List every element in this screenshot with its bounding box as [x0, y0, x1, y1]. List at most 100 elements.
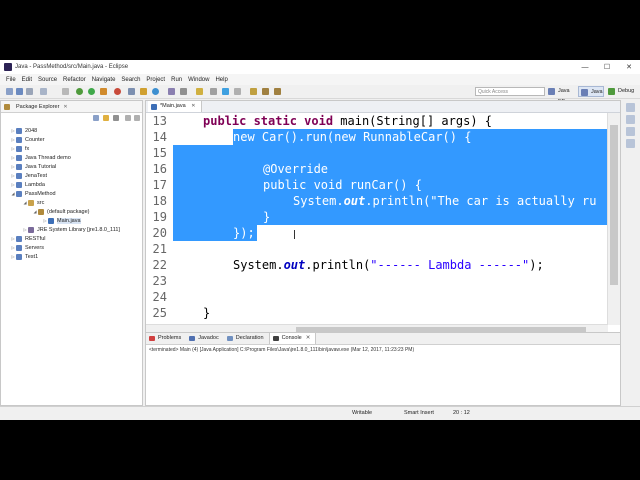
mouse-cursor-icon [294, 230, 295, 239]
menu-run[interactable]: Run [171, 77, 182, 83]
close-button[interactable]: ✕ [618, 60, 640, 74]
tree-item-lambda[interactable]: ▷ Lambda [10, 180, 45, 189]
code-line-13: public static void main(String[] args) { [203, 114, 492, 128]
console-tab-bar: Problems Javadoc Declaration Console ✕ [146, 333, 620, 345]
menu-source[interactable]: Source [38, 77, 57, 83]
perspective-java[interactable]: Java [578, 86, 604, 97]
package-explorer-tab[interactable]: Package Explorer ✕ [1, 101, 142, 113]
java-perspective-icon [581, 89, 588, 96]
line-number: 17 [152, 178, 167, 192]
tab-javadoc[interactable]: Javadoc [186, 333, 224, 344]
tab-console[interactable]: Console ✕ [268, 333, 317, 344]
tree-item-jre-library[interactable]: ▷ JRE System Library [jre1.8.0_111] [22, 225, 120, 234]
tree-item-servers[interactable]: ▷ Servers [10, 243, 44, 252]
save-all-icon[interactable] [26, 88, 33, 95]
quick-access-input[interactable]: Quick Access [475, 87, 545, 96]
project-icon [16, 145, 22, 152]
code-text-area[interactable]: public static void main(String[] args) {… [173, 113, 607, 325]
java-ee-perspective-icon [548, 88, 555, 95]
line-number: 13 [152, 114, 167, 128]
line-number: 23 [152, 274, 167, 288]
tree-item-2048[interactable]: ▷ 2048 [10, 126, 37, 135]
tree-item-fx[interactable]: ▷ fx [10, 144, 29, 153]
line-number: 24 [152, 290, 167, 304]
menu-project[interactable]: Project [146, 77, 165, 83]
maximize-button[interactable]: ☐ [596, 60, 618, 74]
tree-item-test1[interactable]: ▷ Test1 [10, 252, 38, 261]
run-icon[interactable] [88, 88, 95, 95]
code-line-20: }); [233, 226, 255, 240]
build-icon[interactable] [62, 88, 69, 95]
menu-window[interactable]: Window [188, 77, 209, 83]
new-package-icon[interactable] [140, 88, 147, 95]
debug-icon[interactable] [76, 88, 83, 95]
tab-problems[interactable]: Problems [146, 333, 186, 344]
tree-item-restful[interactable]: ▷ RESTful [10, 234, 45, 243]
link-with-editor-icon[interactable] [103, 115, 109, 121]
code-line-22: System.out.println("------ Lambda ------… [233, 258, 544, 272]
collapse-all-icon[interactable] [93, 115, 99, 121]
search-icon[interactable] [180, 88, 187, 95]
line-number: 18 [152, 194, 167, 208]
java-file-icon [48, 217, 54, 224]
restore-icon[interactable] [626, 127, 635, 136]
tree-item-java-tutorial[interactable]: ▷ Java Tutorial [10, 162, 56, 171]
tree-item-src[interactable]: ◢ src [22, 198, 44, 207]
next-annotation-icon[interactable] [210, 88, 217, 95]
status-writable: Writable [352, 410, 373, 416]
declaration-icon [226, 336, 233, 341]
tab-declaration[interactable]: Declaration [224, 333, 269, 344]
toggle-block-selection-icon[interactable] [222, 88, 229, 95]
external-tools-icon[interactable] [100, 88, 107, 95]
console-icon [272, 336, 279, 341]
tree-item-default-package[interactable]: ◢ (default package) [32, 207, 90, 216]
code-line-19: } [263, 210, 271, 224]
view-menu-icon[interactable] [113, 115, 119, 121]
tree-item-jenatest[interactable]: ▷ JenaTest [10, 171, 47, 180]
line-number: 25 [152, 306, 167, 320]
tree-item-main-java[interactable]: ▷ Main.java [42, 216, 81, 225]
menu-navigate[interactable]: Navigate [92, 77, 116, 83]
editor-vertical-scrollbar[interactable] [607, 113, 620, 325]
new-icon[interactable] [6, 88, 13, 95]
menu-refactor[interactable]: Refactor [63, 77, 86, 83]
project-icon [16, 127, 22, 134]
scrollbar-thumb[interactable] [610, 125, 618, 285]
close-icon[interactable]: ✕ [63, 104, 67, 110]
forward-icon[interactable] [274, 88, 281, 95]
tree-item-java-thread-demo[interactable]: ▷ Java Thread demo [10, 153, 71, 162]
maximize-icon[interactable] [626, 139, 635, 148]
new-java-project-icon[interactable] [128, 88, 135, 95]
minimize-view-icon[interactable] [125, 115, 131, 121]
outline-icon[interactable] [626, 103, 635, 112]
task-list-icon[interactable] [626, 115, 635, 124]
menu-file[interactable]: File [6, 77, 16, 83]
outline-side-toolbar [624, 100, 638, 220]
maximize-view-icon[interactable] [134, 115, 140, 121]
editor-tab-main-java[interactable]: *Main.java ✕ [148, 101, 203, 112]
perspective-debug[interactable]: Debug [606, 86, 638, 97]
menu-search[interactable]: Search [121, 77, 140, 83]
code-editor[interactable]: *Main.java ✕ 13 14 15 16 17 18 19 20 21 … [145, 100, 621, 337]
tree-item-passmethod[interactable]: ◢ PassMethod [10, 189, 56, 198]
close-tab-icon[interactable]: ✕ [191, 103, 195, 109]
debug-perspective-icon [608, 88, 615, 95]
tree-item-counter[interactable]: ▷ Counter [10, 135, 45, 144]
minimize-button[interactable]: — [574, 60, 596, 74]
code-line-16: @Override [263, 162, 329, 176]
console-output: <terminated> Main (4) [Java Application]… [149, 347, 415, 353]
new-class-icon[interactable] [152, 88, 159, 95]
menu-help[interactable]: Help [215, 77, 227, 83]
show-whitespace-icon[interactable] [234, 88, 241, 95]
back-icon[interactable] [262, 88, 269, 95]
open-type-icon[interactable] [168, 88, 175, 95]
code-line-14: new Car().run(new RunnableCar() { [233, 130, 472, 144]
save-icon[interactable] [16, 88, 23, 95]
menu-edit[interactable]: Edit [22, 77, 32, 83]
toggle-mark-occurrences-icon[interactable] [196, 88, 203, 95]
perspective-java-ee[interactable]: Java EE [546, 86, 576, 105]
coverage-icon[interactable] [114, 88, 121, 95]
print-icon[interactable] [40, 88, 47, 95]
close-icon[interactable]: ✕ [306, 335, 311, 341]
last-edit-location-icon[interactable] [250, 88, 257, 95]
